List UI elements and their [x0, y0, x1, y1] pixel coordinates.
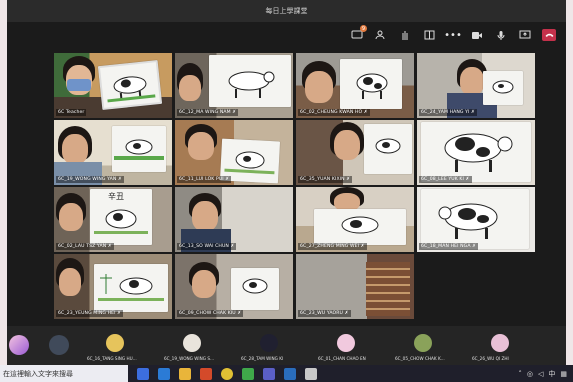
- participant-name: 6C_27_ZHENG MING WEI ✗: [298, 243, 367, 250]
- strip-name: 6C_05_CHOW CHAK K...: [395, 356, 445, 361]
- strip-avatar-2[interactable]: [49, 335, 69, 355]
- taskbar-search-placeholder: 在這裡輸入文字來搜尋: [3, 369, 73, 378]
- bookshelf: [366, 262, 410, 316]
- video-tile[interactable]: 6C_02_CHEUNG KWAN HO ✗: [296, 53, 414, 118]
- strip-name: 6C_19_WONG WING S...: [164, 356, 214, 361]
- cow-drawing: [483, 71, 523, 105]
- video-tile[interactable]: 6C_08_LEE YUK KI ✗: [417, 120, 535, 185]
- more-icon[interactable]: •••: [444, 28, 462, 42]
- participant-name: 6C_08_LEE YUK KI ✗: [419, 176, 472, 183]
- strip-thumbnail[interactable]: 6C_16_TANG SING HU...: [85, 331, 145, 363]
- video-grid: 6C Teacher 6C_12_MA WING NAM ✗ 6C_02_CHE…: [54, 53, 535, 319]
- participant-name: 6C_18_MAN HEI NGA ✗: [419, 243, 479, 250]
- window-title: 每日上學課堂: [265, 7, 308, 15]
- video-tile[interactable]: 6C Teacher: [54, 53, 172, 118]
- share-screen-icon[interactable]: [518, 28, 532, 42]
- app-icon[interactable]: [242, 367, 254, 380]
- grid-icon[interactable]: ▦: [560, 370, 567, 378]
- video-tile[interactable]: 6C_23_YEUNG MING HEI ✗: [54, 254, 172, 319]
- video-tile[interactable]: 6C_18_MAN HEI NGA ✗: [417, 187, 535, 252]
- windows-taskbar: 在這裡輸入文字來搜尋 ˄ ◎ ◁ 中 ▦: [0, 365, 573, 382]
- rooms-icon[interactable]: [422, 28, 436, 42]
- task-view-icon[interactable]: [137, 367, 149, 380]
- cow-drawing: [340, 59, 402, 109]
- file-explorer-icon[interactable]: [179, 367, 191, 380]
- chevron-up-icon[interactable]: ˄: [518, 370, 522, 378]
- participant-name: 6C_23_YEUNG MING HEI ✗: [56, 310, 124, 317]
- strip-avatar-1[interactable]: [9, 335, 29, 355]
- strip-thumbnail[interactable]: 6C_01_CHAN CHAO EN: [316, 331, 376, 363]
- chrome-icon[interactable]: [221, 367, 233, 380]
- leave-button[interactable]: [542, 29, 556, 41]
- app-icon[interactable]: [305, 367, 317, 380]
- strip-thumbnail[interactable]: 6C_26_WU QI ZHI: [470, 331, 530, 363]
- strip-name: 6C_16_TANG SING HU...: [87, 356, 137, 361]
- volume-icon[interactable]: ◁: [538, 370, 543, 378]
- strip-name: 6C_28_TAM WING KI: [241, 356, 284, 361]
- video-tile[interactable]: 6C_27_ZHENG MING WEI ✗: [296, 187, 414, 252]
- mic-icon[interactable]: [494, 28, 508, 42]
- participant-name: 6C_35_YUAN KIXIN ✗: [298, 176, 353, 183]
- participant-name: 6C_09_CHOW CHAK KIU ✗: [177, 310, 244, 317]
- cow-drawing: [364, 124, 412, 174]
- word-icon[interactable]: [284, 367, 296, 380]
- face-mask: [67, 79, 91, 91]
- participant-name: 6C_02_LAU TSZ YAN ✗: [56, 243, 114, 250]
- network-icon[interactable]: ◎: [527, 370, 533, 378]
- cow-drawing: 辛丑: [90, 189, 152, 245]
- people-icon[interactable]: [374, 28, 388, 42]
- taskbar-search-box[interactable]: 在這裡輸入文字來搜尋: [0, 365, 128, 382]
- cow-drawing: [421, 122, 531, 182]
- participant-name: 6C_11_LUI LOK PUI ✗: [177, 176, 232, 183]
- participant-name: 6C Teacher: [56, 109, 87, 116]
- participant-name: 6C_23_WU YAORU ✗: [298, 310, 351, 317]
- cow-drawing: [231, 268, 279, 310]
- cow-drawing: [209, 55, 291, 107]
- participant-name: 6C_13_SO WAI CHUN ✗: [177, 243, 237, 250]
- participant-name: 6C_24_YAM HANG YI ✗: [419, 109, 478, 116]
- cow-drawing: [112, 126, 166, 172]
- svg-text:辛丑: 辛丑: [108, 191, 124, 201]
- video-tile[interactable]: 6C_24_YAM HANG YI ✗: [417, 53, 535, 118]
- cow-drawing: [314, 209, 406, 245]
- teams-meeting-window: 每日上學課堂 9 ••• 6C Teacher 6C_12_MA WING NA…: [7, 0, 566, 365]
- raise-hand-icon[interactable]: [398, 28, 412, 42]
- strip-thumbnail[interactable]: 6C_05_CHOW CHAK K...: [393, 331, 453, 363]
- video-tile[interactable]: 6C_12_MA WING NAM ✗: [175, 53, 293, 118]
- video-tile[interactable]: 6C_11_LUI LOK PUI ✗: [175, 120, 293, 185]
- participant-name: 6C_02_CHEUNG KWAN HO ✗: [298, 109, 370, 116]
- video-tile[interactable]: 辛丑 6C_02_LAU TSZ YAN ✗: [54, 187, 172, 252]
- strip-name: 6C_26_WU QI ZHI: [472, 356, 509, 361]
- chat-badge: 9: [360, 25, 367, 32]
- strip-name: 6C_01_CHAN CHAO EN: [318, 356, 366, 361]
- cow-drawing: [94, 264, 168, 312]
- video-tile[interactable]: 6C_13_SO WAI CHUN ✗: [175, 187, 293, 252]
- meeting-toolbar: 9 •••: [7, 22, 566, 48]
- video-tile[interactable]: 6C_09_CHOW CHAK KIU ✗: [175, 254, 293, 319]
- video-tile[interactable]: 6C_35_YUAN KIXIN ✗: [296, 120, 414, 185]
- participant-strip: 6C_16_TANG SING HU... 6C_19_WONG WING S.…: [7, 326, 566, 365]
- participant-name: 6C_19_WONG WING YAN ✗: [56, 176, 124, 183]
- powerpoint-icon[interactable]: [200, 367, 212, 380]
- participant-name: 6C_12_MA WING NAM ✗: [177, 109, 239, 116]
- teams-icon[interactable]: [263, 367, 275, 380]
- system-tray: ˄ ◎ ◁ 中 ▦: [518, 369, 573, 379]
- cow-drawing: [421, 189, 529, 249]
- camera-icon[interactable]: [470, 28, 484, 42]
- edge-icon[interactable]: [158, 367, 170, 380]
- window-title-bar: 每日上學課堂: [7, 0, 566, 22]
- strip-thumbnail[interactable]: 6C_19_WONG WING S...: [162, 331, 222, 363]
- video-tile[interactable]: 6C_23_WU YAORU ✗: [296, 254, 414, 319]
- chat-icon[interactable]: 9: [350, 25, 367, 42]
- video-tile[interactable]: 6C_19_WONG WING YAN ✗: [54, 120, 172, 185]
- cow-drawing: [97, 59, 163, 111]
- input-method-indicator[interactable]: 中: [548, 369, 555, 379]
- strip-thumbnail[interactable]: 6C_28_TAM WING KI: [239, 331, 299, 363]
